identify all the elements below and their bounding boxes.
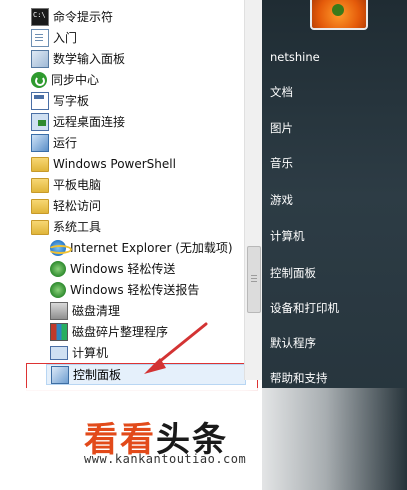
scrollbar[interactable] — [244, 0, 262, 380]
program-item-math-input-panel[interactable]: 数学输入面板 — [31, 48, 262, 69]
folder-item-system-tools[interactable]: 系统工具 — [31, 216, 262, 237]
red-arrow-annotation — [144, 322, 208, 374]
computer-link[interactable]: 计算机 — [270, 228, 305, 244]
program-item-remote-desktop[interactable]: 远程桌面连接 — [31, 111, 262, 132]
math-input-panel-icon — [31, 49, 49, 68]
program-item-internet-explorer[interactable]: Internet Explorer (无加载项) — [48, 237, 262, 258]
program-item-command-prompt[interactable]: 命令提示符 — [31, 6, 262, 27]
folder-icon — [31, 178, 49, 193]
folder-item-ease-of-access[interactable]: 轻松访问 — [31, 195, 262, 216]
documents-link[interactable]: 文档 — [270, 84, 293, 100]
default-programs-link[interactable]: 默认程序 — [270, 335, 316, 351]
run-icon — [31, 133, 49, 152]
program-item-easy-transfer-reports[interactable]: Windows 轻松传送报告 — [50, 279, 262, 300]
folder-icon — [31, 199, 49, 214]
folder-item-windows-powershell[interactable]: Windows PowerShell — [31, 153, 262, 174]
wordpad-icon — [31, 91, 49, 110]
remote-desktop-icon — [31, 112, 49, 131]
program-item-wordpad[interactable]: 写字板 — [31, 90, 262, 111]
disk-defragmenter-icon — [50, 322, 68, 341]
control-panel-link[interactable]: 控制面板 — [270, 265, 316, 281]
internet-explorer-icon — [48, 239, 72, 256]
control-panel-icon — [51, 365, 69, 384]
music-link[interactable]: 音乐 — [270, 155, 293, 171]
easy-transfer-reports-icon — [50, 281, 66, 298]
user-name-link[interactable]: netshine — [270, 50, 320, 64]
user-avatar[interactable] — [310, 0, 368, 30]
devices-and-printers-link[interactable]: 设备和打印机 — [270, 300, 339, 316]
sync-center-icon — [31, 71, 47, 88]
program-item-easy-transfer[interactable]: Windows 轻松传送 — [50, 258, 262, 279]
program-item-run[interactable]: 运行 — [31, 132, 262, 153]
watermark-url: www.kankantoutiao.com — [84, 452, 247, 466]
games-link[interactable]: 游戏 — [270, 192, 293, 208]
command-prompt-icon — [31, 7, 49, 26]
computer-icon — [50, 345, 68, 360]
program-item-disk-cleanup[interactable]: 磁盘清理 — [50, 300, 262, 321]
folder-icon — [31, 220, 49, 235]
program-item-sync-center[interactable]: 同步中心 — [31, 69, 262, 90]
help-and-support-link[interactable]: 帮助和支持 — [270, 370, 328, 386]
folder-item-tablet-pc[interactable]: 平板电脑 — [31, 174, 262, 195]
folder-icon — [31, 157, 49, 172]
pictures-link[interactable]: 图片 — [270, 120, 293, 136]
program-item-getting-started[interactable]: 入门 — [31, 27, 262, 48]
getting-started-icon — [31, 28, 49, 47]
easy-transfer-icon — [50, 260, 66, 277]
scroll-thumb[interactable] — [247, 246, 261, 313]
disk-cleanup-icon — [50, 301, 68, 320]
